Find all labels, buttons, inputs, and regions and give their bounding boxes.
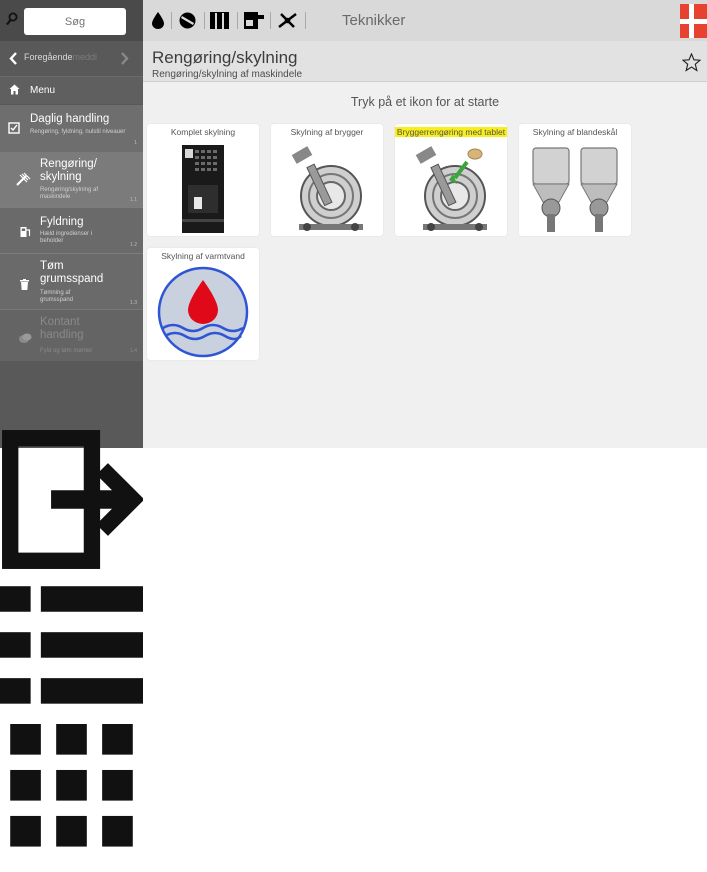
toolbar-separator [171,12,172,29]
sidebar-item-subtitle: Tømning af grumsspand [40,290,74,303]
content-area: Tryk på et ikon for at starte Komplet sk… [143,82,707,448]
sidebar-item-number: 1 [134,140,137,146]
instruction-text: Tryk på et ikon for at starte [350,95,500,109]
sidebar-item-title: Daglig handling [30,113,110,125]
sidebar-item-title: Tøm grumsspand [40,260,104,285]
previous-message-link[interactable]: Foregåendemeddi [24,52,97,62]
toolbar-separator [204,12,205,29]
sidebar-item-number: 1.4 [130,348,137,354]
sidebar-item-filling[interactable]: Fyldning Hæld ingredienser i beholder 1.… [0,207,143,254]
search-bar [0,0,143,41]
card-label: Skylning af brygger [290,127,364,137]
toolbar-separator [237,12,238,29]
sidebar-bottom-toolbar [0,428,145,847]
keypad-icon[interactable] [0,724,143,867]
sidebar-item-subtitle: Hæld ingredienser i beholder [40,231,93,244]
sidebar-item-cash-handling[interactable]: Kontant handling Fyld og tøm mønter 1.4 [0,309,143,361]
previous-label: Foregående [24,52,73,62]
sidebar-item-title: Kontant handling [40,316,84,341]
list-icon[interactable] [0,576,143,719]
toolbar-separator [305,12,306,29]
chevron-left-icon[interactable] [9,52,18,65]
star-icon[interactable] [682,53,701,72]
toolbar-title: Teknikker [342,12,406,29]
coins-icon [19,333,32,343]
card-hot-water-rinse[interactable]: Skylning af varmtvand [147,248,259,360]
toolbar-separator [270,12,271,29]
sidebar-item-number: 1.1 [130,197,137,203]
home-icon [9,84,20,95]
page-title: Rengøring/skylning [152,48,298,67]
water-drop-icon [157,266,249,358]
card-label: Komplet skylning [170,127,236,137]
card-label: Skylning af varmtvand [161,251,245,261]
brewer-unit-icon [291,146,363,231]
card-mixing-bowl-rinse[interactable]: Skylning af blandeskål [519,124,631,236]
menu-button[interactable]: Menu [0,77,143,104]
sidebar-item-subtitle: Rengøring, fyldning, nulstil niveauer [30,129,126,135]
sidebar-item-subtitle: Rengøring/skylning af maskindele [40,187,99,200]
card-brewer-rinse[interactable]: Skylning af brygger [271,124,383,236]
ingredient-canisters-icon[interactable] [210,12,230,29]
no-entry-icon[interactable] [178,12,197,29]
previous-label-suffix: meddi [72,52,98,62]
brewer-tablet-icon [415,146,487,231]
page-subtitle: Rengøring/skylning af maskindele [152,69,303,80]
chevron-right-icon[interactable] [120,52,129,65]
card-complete-rinse[interactable]: Komplet skylning [147,124,259,236]
trash-icon [20,279,29,290]
spray-brush-icon [16,172,31,186]
sidebar-item-number: 1.2 [130,242,137,248]
logout-icon[interactable] [0,428,145,571]
sidebar-item-title: Fyldning [40,216,84,228]
sidebar-item-empty-grounds-bin[interactable]: Tøm grumsspand Tømning af grumsspand 1.3 [0,253,143,310]
coffee-machine-front-icon [182,145,224,233]
sidebar-item-title: Rengøring/ skylning [40,158,97,183]
service-tools-icon[interactable] [277,12,298,29]
page-header: Rengøring/skylning Rengøring/skylning af… [143,41,707,82]
drop-icon[interactable] [152,12,164,29]
nav-row: Foregåendemeddi [0,41,143,77]
clipboard-check-icon [8,122,20,134]
search-input[interactable] [24,8,126,35]
mixing-bowls-icon [532,147,618,232]
menu-label: Menu [30,85,56,96]
sidebar: Foregåendemeddi Menu Daglig handling Ren… [0,0,145,847]
flag-cross-horizontal [680,19,707,24]
coffee-machine-icon[interactable] [244,12,264,29]
top-toolbar: Teknikker [143,0,707,41]
card-label: Bryggerrengøring med tablet [395,127,507,137]
sidebar-item-rinsing[interactable]: Rengøring/ skylning Rengøring/skylning a… [0,152,143,207]
card-brewer-tablet-cleaning[interactable]: Bryggerrengøring med tablet [395,124,507,236]
danish-flag-icon[interactable] [680,4,707,38]
sidebar-item-daily-handling[interactable]: Daglig handling Rengøring, fyldning, nul… [0,105,143,152]
search-icon[interactable] [6,12,18,26]
card-label: Skylning af blandeskål [532,127,618,137]
sidebar-item-subtitle: Fyld og tøm mønter [40,348,93,354]
sidebar-item-number: 1.3 [130,300,137,306]
fuel-pump-icon [20,227,31,237]
